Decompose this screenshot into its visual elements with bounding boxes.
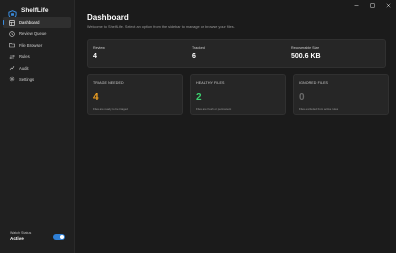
stat-recoverable-size: Recoverable Size 500.6 KB bbox=[291, 46, 321, 60]
card-ignored-files[interactable]: IGNORED FILES 0 Files excluded from acti… bbox=[293, 74, 389, 115]
folder-icon bbox=[9, 42, 15, 48]
main-content: Dashboard Welcome to ShelfLife. Select a… bbox=[87, 0, 396, 253]
brand: ShelfLife bbox=[8, 6, 49, 19]
stat-review: Review 4 bbox=[93, 46, 105, 60]
page-title: Dashboard bbox=[87, 13, 129, 22]
card-description: Files are fresh or permanent bbox=[196, 107, 232, 111]
stat-label: Review bbox=[93, 46, 105, 50]
sidebar-item-label: Rules bbox=[19, 54, 30, 60]
stat-label: Tracked bbox=[192, 46, 205, 50]
app-name: ShelfLife bbox=[21, 7, 49, 14]
card-description: Files excluded from active rules bbox=[299, 107, 339, 111]
stat-value: 6 bbox=[192, 53, 196, 60]
card-title: IGNORED FILES bbox=[299, 81, 329, 85]
stats-panel: Review 4 Tracked 6 Recoverable Size 500.… bbox=[87, 39, 386, 68]
gear-icon bbox=[9, 76, 15, 82]
card-value: 0 bbox=[299, 92, 305, 103]
active-indicator bbox=[3, 20, 5, 25]
shelflife-logo-icon bbox=[8, 6, 17, 19]
watch-status: Watch Status Active bbox=[10, 231, 31, 241]
stat-value: 500.6 KB bbox=[291, 53, 321, 60]
sidebar-item-rules[interactable]: Rules bbox=[3, 51, 71, 62]
rules-icon bbox=[9, 54, 15, 60]
card-title: TRIAGE NEEDED bbox=[93, 81, 124, 85]
sidebar-item-label: Audit bbox=[19, 65, 29, 71]
stat-value: 4 bbox=[93, 53, 97, 60]
sidebar-item-label: Review Queue bbox=[19, 31, 47, 37]
toggle-knob bbox=[60, 235, 64, 239]
sidebar-item-label: File Browser bbox=[19, 42, 43, 48]
watch-status-label: Watch Status bbox=[10, 231, 32, 235]
clock-icon bbox=[9, 31, 15, 37]
page-subtitle: Welcome to ShelfLife. Select an option f… bbox=[87, 25, 235, 29]
card-healthy-files[interactable]: HEALTHY FILES 2 Files are fresh or perma… bbox=[190, 74, 286, 115]
card-title: HEALTHY FILES bbox=[196, 81, 225, 85]
card-value: 4 bbox=[93, 92, 99, 103]
sidebar: ShelfLife Dashboard Review Queue File Br… bbox=[0, 0, 75, 253]
watch-status-value: Active bbox=[10, 236, 24, 241]
sidebar-item-dashboard[interactable]: Dashboard bbox=[3, 17, 71, 28]
card-triage-needed[interactable]: TRIAGE NEEDED 4 Files are ready to be tr… bbox=[87, 74, 183, 115]
dashboard-icon bbox=[9, 19, 15, 26]
sidebar-item-file-browser[interactable]: File Browser bbox=[3, 40, 71, 51]
card-description: Files are ready to be triaged bbox=[93, 107, 128, 111]
sidebar-nav: Dashboard Review Queue File Browser Rule… bbox=[3, 17, 71, 85]
stat-tracked: Tracked 6 bbox=[192, 46, 205, 60]
sidebar-item-audit[interactable]: Audit bbox=[3, 63, 71, 74]
watch-toggle[interactable] bbox=[53, 234, 65, 240]
sidebar-item-label: Settings bbox=[19, 76, 35, 82]
stat-label: Recoverable Size bbox=[291, 46, 320, 50]
card-value: 2 bbox=[196, 92, 202, 103]
audit-icon bbox=[9, 65, 15, 71]
sidebar-item-label: Dashboard bbox=[19, 20, 40, 25]
sidebar-item-review-queue[interactable]: Review Queue bbox=[3, 28, 71, 39]
sidebar-item-settings[interactable]: Settings bbox=[3, 74, 71, 85]
